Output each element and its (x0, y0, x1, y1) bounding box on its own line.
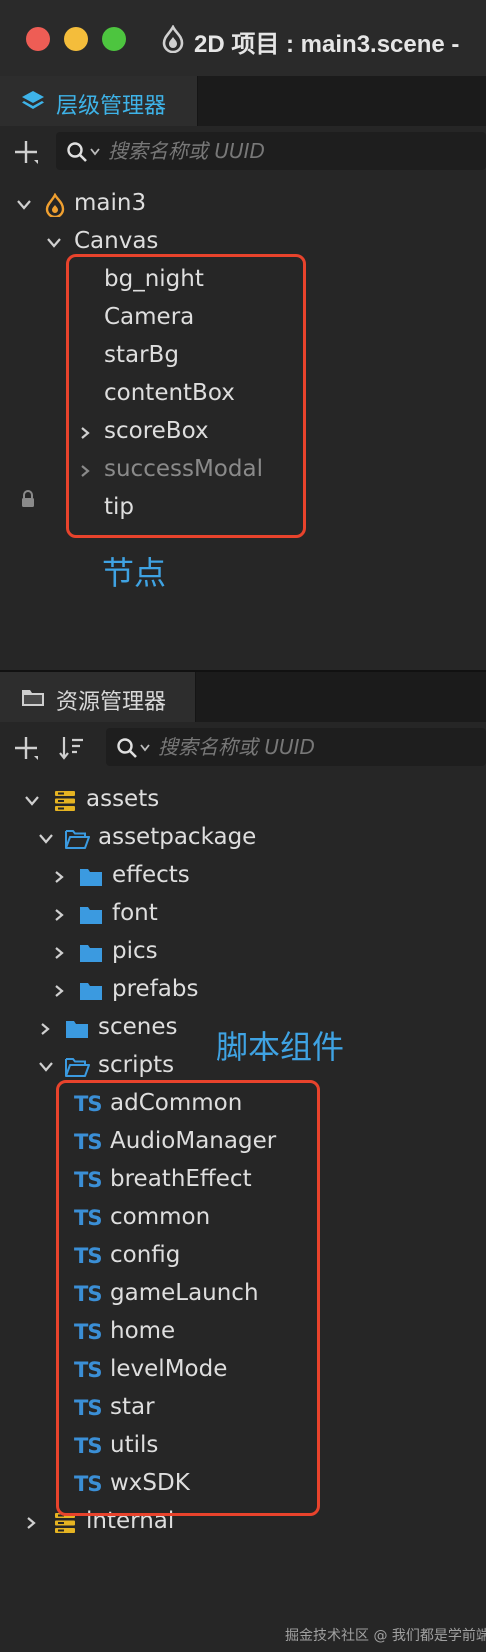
annotation-box-scripts (56, 1080, 320, 1516)
tree-node-root[interactable]: main3 (0, 186, 486, 224)
hierarchy-search-input[interactable] (108, 136, 408, 166)
tree-node-label: main3 (74, 190, 147, 216)
tab-hierarchy-label: 层级管理器 (56, 94, 167, 119)
asset-row-assets[interactable]: assets (0, 782, 486, 820)
chevron-down-icon[interactable] (140, 744, 150, 752)
folder-icon (80, 907, 102, 924)
folder-icon (80, 869, 102, 886)
sort-icon[interactable] (58, 734, 86, 762)
asset-label: font (112, 900, 158, 926)
asset-label: effects (112, 862, 190, 888)
folder-open-icon (65, 1058, 90, 1077)
asset-label: pics (112, 938, 158, 964)
assets-search-input[interactable] (158, 732, 458, 762)
chevron-right-icon[interactable] (52, 870, 66, 884)
chevron-down-icon[interactable] (46, 236, 62, 250)
asset-label: assetpackage (98, 824, 257, 850)
chevron-down-icon[interactable] (90, 148, 100, 156)
cocos-logo-icon (162, 25, 184, 53)
chevron-down-icon[interactable] (38, 1060, 54, 1074)
flame-icon (45, 193, 65, 217)
assets-toolbar (0, 722, 486, 772)
asset-row-folder[interactable]: pics (0, 934, 486, 972)
minimize-window-button[interactable] (64, 27, 88, 51)
chevron-right-icon[interactable] (52, 946, 66, 960)
chevron-right-icon[interactable] (24, 1516, 38, 1530)
asset-row-folder[interactable]: prefabs (0, 972, 486, 1010)
asset-row-assetpackage[interactable]: assetpackage (0, 820, 486, 858)
chevron-down-icon[interactable] (16, 198, 32, 212)
hierarchy-tabstrip: 层级管理器 (0, 76, 486, 126)
chevron-right-icon[interactable] (38, 1022, 52, 1036)
maximize-window-button[interactable] (102, 27, 126, 51)
assets-search[interactable] (106, 728, 486, 766)
title-bar: 2D 项目 : main3.scene - (0, 0, 486, 78)
search-icon (67, 142, 87, 162)
annotation-box-nodes (66, 254, 306, 538)
asset-row-folder[interactable]: font (0, 896, 486, 934)
annotation-nodes: 节点 (102, 554, 167, 592)
asset-label: assets (86, 786, 160, 812)
hierarchy-search[interactable] (56, 132, 486, 170)
chevron-right-icon[interactable] (52, 908, 66, 922)
folder-icon (80, 945, 102, 962)
close-window-button[interactable] (26, 27, 50, 51)
database-icon (55, 791, 75, 811)
chevron-right-icon[interactable] (52, 984, 66, 998)
hierarchy-toolbar (0, 126, 486, 176)
asset-label: scripts (98, 1052, 175, 1078)
asset-label: scenes (98, 1014, 178, 1040)
tree-node-label: Canvas (74, 228, 159, 254)
add-asset-icon[interactable] (12, 734, 40, 762)
add-node-icon[interactable] (12, 138, 40, 166)
tab-assets-label: 资源管理器 (56, 690, 167, 715)
tab-assets[interactable]: 资源管理器 (0, 672, 196, 722)
watermark: 掘金技术社区 @ 我们都是学前端 (285, 1628, 486, 1644)
folder-icon (22, 690, 44, 706)
folder-icon (80, 983, 102, 1000)
annotation-scripts: 脚本组件 (216, 1028, 345, 1066)
lock-icon[interactable] (20, 489, 36, 509)
folder-icon (66, 1021, 88, 1038)
window-title: 2D 项目 : main3.scene - (194, 31, 460, 58)
chevron-down-icon[interactable] (38, 832, 54, 846)
asset-row-folder[interactable]: effects (0, 858, 486, 896)
assets-tabstrip: 资源管理器 (0, 672, 486, 722)
tab-hierarchy[interactable]: 层级管理器 (0, 76, 198, 126)
layers-icon (22, 91, 44, 109)
search-icon (117, 738, 137, 758)
folder-open-icon (65, 830, 90, 849)
chevron-down-icon[interactable] (24, 794, 40, 808)
asset-label: prefabs (112, 976, 199, 1002)
